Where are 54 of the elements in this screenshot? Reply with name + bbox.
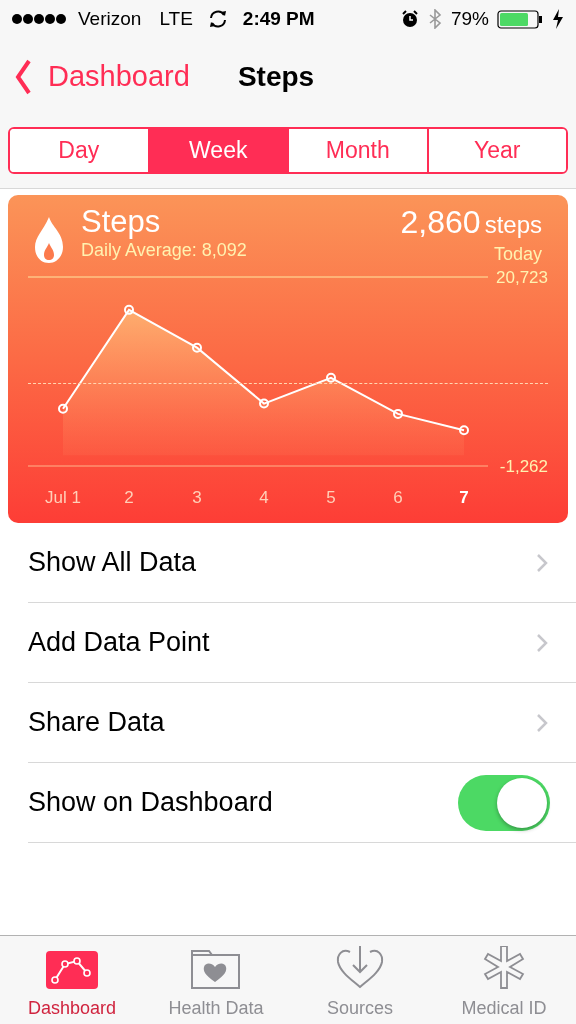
chevron-right-icon xyxy=(536,632,548,653)
day-label: 2 xyxy=(124,487,134,507)
tab-bar-item[interactable]: Dashboard xyxy=(0,936,144,1024)
battery-percent: 79% xyxy=(450,6,489,31)
heart-download-icon xyxy=(336,946,384,989)
network-type: LTE xyxy=(159,6,193,31)
row-label: Show All Data xyxy=(28,546,197,580)
tab-bar-item[interactable]: Sources xyxy=(288,936,432,1024)
data-point xyxy=(124,304,134,315)
day-label: 6 xyxy=(393,487,403,507)
charging-icon xyxy=(551,9,564,29)
step-unit: steps xyxy=(484,210,542,240)
period-label: Today xyxy=(493,243,542,265)
tab-bar-item[interactable]: Health Data xyxy=(144,936,288,1024)
segment-tab[interactable]: Week xyxy=(147,129,287,172)
list-row[interactable]: Add Data Point xyxy=(28,603,576,683)
asterisk-icon xyxy=(481,946,527,989)
tab-bar-item[interactable]: Medical ID xyxy=(432,936,576,1024)
day-label: Jul 1 xyxy=(45,487,81,507)
card-title: Steps xyxy=(81,205,162,239)
carrier-name: Verizon xyxy=(78,6,142,31)
segment-tab[interactable]: Year xyxy=(426,129,566,172)
alarm-icon xyxy=(400,10,419,28)
chevron-right-icon xyxy=(536,712,548,733)
axis-max-label: 20,723 xyxy=(496,267,548,287)
battery-icon xyxy=(497,9,543,29)
list-row[interactable]: Share Data xyxy=(28,683,576,763)
flame-icon xyxy=(34,217,64,263)
data-point xyxy=(259,398,269,409)
day-label: 4 xyxy=(259,487,269,507)
chart-icon xyxy=(46,951,98,989)
toggle-switch[interactable] xyxy=(458,774,550,831)
list-row[interactable]: Show All Data xyxy=(28,523,576,603)
step-count: 2,860 xyxy=(400,205,481,239)
row-label: Share Data xyxy=(28,706,165,740)
data-point xyxy=(393,408,403,419)
row-label: Show on Dashboard xyxy=(28,786,273,820)
data-point xyxy=(58,403,68,414)
nav-title: Steps xyxy=(237,59,315,94)
daily-average: Daily Average: 8,092 xyxy=(81,239,247,261)
chevron-right-icon xyxy=(536,552,548,573)
day-label: 3 xyxy=(192,487,202,507)
back-button[interactable]: Dashboard xyxy=(14,54,190,99)
clock-time: 2:49 PM xyxy=(242,6,315,31)
segment-tab[interactable]: Day xyxy=(10,129,148,172)
segment-tab[interactable]: Month xyxy=(287,129,427,172)
data-point xyxy=(192,342,202,353)
data-point xyxy=(326,372,336,383)
axis-min-label: -1,262 xyxy=(499,456,548,476)
day-label: 7 xyxy=(459,487,469,507)
day-label: 5 xyxy=(326,487,336,507)
data-point xyxy=(459,425,469,436)
folder-heart-icon xyxy=(191,947,241,989)
row-label: Add Data Point xyxy=(28,626,210,660)
